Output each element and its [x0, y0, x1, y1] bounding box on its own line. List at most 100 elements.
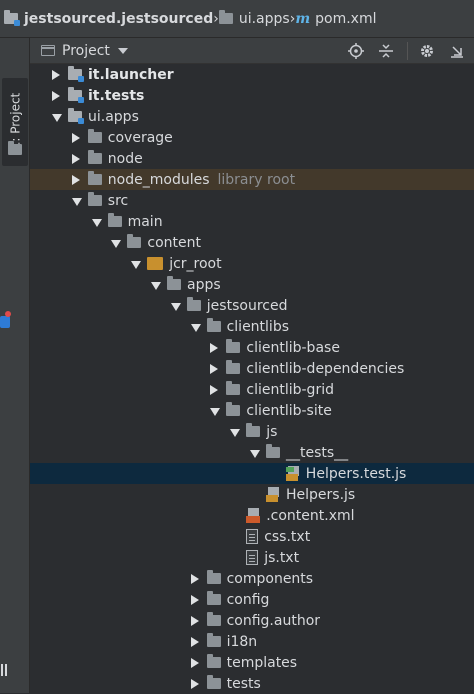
tree-item-label: css.txt: [264, 528, 311, 545]
tree-item-label: js: [266, 423, 278, 440]
tree-item-label: coverage: [107, 129, 173, 146]
tree-row[interactable]: tests: [30, 673, 474, 694]
tree-row[interactable]: clientlibs: [30, 316, 474, 337]
tree-row[interactable]: clientlib-base: [30, 337, 474, 358]
chevron-right-icon[interactable]: [71, 174, 80, 185]
notification-icon[interactable]: [0, 311, 11, 328]
tree-row[interactable]: components: [30, 568, 474, 589]
tree-item-label: clientlib-grid: [246, 381, 334, 398]
gear-icon[interactable]: [407, 42, 436, 60]
tree-row[interactable]: css.txt: [30, 526, 474, 547]
tree-item-label: node_modules: [107, 171, 210, 188]
tree-item-label: src: [107, 192, 129, 209]
chevron-down-icon[interactable]: [250, 449, 260, 458]
chevron-right-icon[interactable]: [52, 90, 60, 101]
project-view-selector[interactable]: Project: [62, 43, 110, 59]
tree-row[interactable]: clientlib-dependencies: [30, 358, 474, 379]
breadcrumb-label: jestsourced.jestsourced: [24, 10, 214, 27]
chevron-down-icon[interactable]: [151, 281, 161, 290]
chevron-down-icon[interactable]: [210, 407, 221, 416]
chevron-down-icon[interactable]: [230, 428, 241, 437]
chevron-right-icon[interactable]: [190, 573, 199, 584]
tree-row[interactable]: config.author: [30, 610, 474, 631]
tree-row[interactable]: it.launcher: [30, 64, 474, 85]
tree-row[interactable]: node: [30, 148, 474, 169]
folder-icon: [226, 360, 241, 374]
tree-row[interactable]: main: [30, 211, 474, 232]
tree-item-label: i18n: [226, 633, 258, 650]
tree-item-label: jcr_root: [169, 255, 222, 272]
chevron-down-icon[interactable]: [111, 239, 122, 248]
chevron-right-icon[interactable]: [210, 363, 219, 374]
tree-row[interactable]: __tests__: [30, 442, 474, 463]
tree-row[interactable]: clientlib-grid: [30, 379, 474, 400]
tree-item-label: main: [127, 213, 163, 230]
tree-item-label: Helpers.test.js: [305, 465, 407, 482]
chevron-right-icon[interactable]: [210, 342, 219, 353]
folder-icon: [107, 213, 122, 227]
chevron-right-icon[interactable]: [190, 678, 199, 689]
tool-window-strip: 1: Project: [0, 38, 30, 693]
tree-row[interactable]: Helpers.js: [30, 484, 474, 505]
tree-row[interactable]: config: [30, 589, 474, 610]
chevron-right-icon[interactable]: [190, 636, 199, 647]
breadcrumb-item-ui-apps[interactable]: ui.apps: [218, 10, 290, 27]
tree-row[interactable]: i18n: [30, 631, 474, 652]
chevron-right-icon[interactable]: [52, 69, 60, 80]
tree-row[interactable]: src: [30, 190, 474, 211]
tree-item-label: config: [226, 591, 270, 608]
xml-file-icon: [246, 508, 261, 523]
folder-icon: [87, 150, 102, 164]
chevron-down-icon[interactable]: [170, 302, 181, 311]
chevron-right-icon[interactable]: [210, 384, 219, 395]
tree-item-label: config.author: [226, 612, 321, 629]
folder-icon: [206, 570, 221, 584]
folder-icon: [87, 192, 102, 206]
tree-item-label: clientlibs: [226, 318, 290, 335]
tree-row[interactable]: coverage: [30, 127, 474, 148]
folder-icon: [206, 633, 221, 647]
breadcrumb-label: ui.apps: [238, 10, 290, 27]
chevron-down-icon[interactable]: [71, 197, 82, 206]
text-file-icon: [246, 529, 259, 544]
chevron-down-icon[interactable]: [91, 218, 102, 227]
tree-row[interactable]: apps: [30, 274, 474, 295]
tree-item-label: templates: [226, 654, 298, 671]
folder-icon: [206, 591, 221, 605]
chevron-down-icon[interactable]: [117, 47, 128, 54]
tree-item-label: clientlib-site: [246, 402, 332, 419]
folder-icon: [167, 276, 181, 290]
tree-row[interactable]: js.txt: [30, 547, 474, 568]
module-folder-icon: [68, 66, 84, 82]
chevron-right-icon[interactable]: [71, 153, 80, 164]
tree-row[interactable]: content: [30, 232, 474, 253]
tree-row[interactable]: node_modules library root: [30, 169, 474, 190]
chevron-right-icon[interactable]: [190, 615, 199, 626]
tree-row[interactable]: Helpers.test.js: [30, 463, 474, 484]
tree-row[interactable]: js: [30, 421, 474, 442]
tree-item-label: it.launcher: [88, 66, 174, 83]
tree-row[interactable]: templates: [30, 652, 474, 673]
tree-row[interactable]: jcr_root: [30, 253, 474, 274]
chevron-down-icon[interactable]: [190, 323, 201, 332]
project-panel-header: Project: [30, 38, 474, 64]
tree-row[interactable]: .content.xml: [30, 505, 474, 526]
tree-item-label: apps: [187, 276, 221, 293]
tree-row[interactable]: clientlib-site: [30, 400, 474, 421]
hide-icon[interactable]: [448, 42, 466, 60]
collapse-icon[interactable]: [377, 42, 395, 60]
chevron-right-icon[interactable]: [71, 132, 80, 143]
tree-row[interactable]: jestsourced: [30, 295, 474, 316]
breadcrumb-item-project[interactable]: jestsourced.jestsourced: [4, 10, 214, 27]
chevron-down-icon[interactable]: [52, 113, 62, 122]
folder-icon: [226, 402, 241, 416]
folder-icon: [226, 339, 241, 353]
locate-icon[interactable]: [347, 42, 365, 60]
tree-row[interactable]: it.tests: [30, 85, 474, 106]
breadcrumb-item-pom[interactable]: m pom.xml: [295, 11, 376, 27]
chevron-right-icon[interactable]: [190, 594, 199, 605]
chevron-right-icon[interactable]: [190, 657, 199, 668]
tree-row[interactable]: ui.apps: [30, 106, 474, 127]
chevron-down-icon[interactable]: [131, 260, 142, 269]
tree-item-label: .content.xml: [266, 507, 355, 524]
